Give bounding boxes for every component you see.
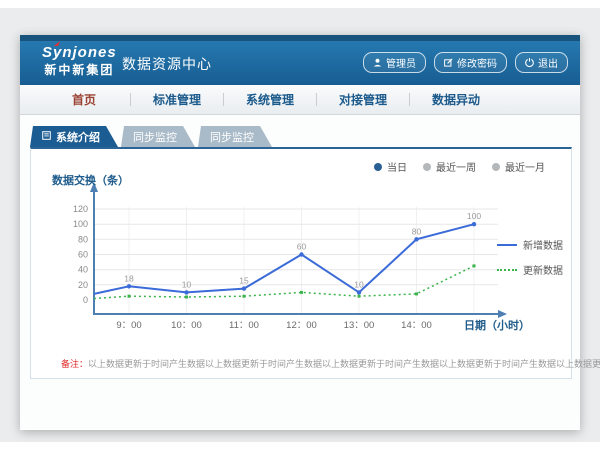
svg-text:100: 100 xyxy=(73,219,88,229)
svg-text:60: 60 xyxy=(297,242,307,252)
user-icon xyxy=(373,58,382,67)
nav-item-home[interactable]: 首页 xyxy=(38,91,130,108)
svg-text:80: 80 xyxy=(412,226,422,236)
svg-text:18: 18 xyxy=(124,273,134,283)
svg-text:10: 10 xyxy=(354,279,364,289)
content-area: 系统介绍 同步监控 同步监控 当日 最近一周 xyxy=(20,115,580,429)
change-password-button[interactable]: 修改密码 xyxy=(434,52,507,73)
svg-text:0: 0 xyxy=(83,295,88,305)
solid-line-icon xyxy=(497,244,517,246)
brand-logo-cn: 新中新集团 xyxy=(42,61,117,78)
tab-bar: 系统介绍 同步监控 同步监控 xyxy=(30,126,572,147)
svg-text:日期（小时）: 日期（小时） xyxy=(464,318,530,332)
tab-sync-monitor-2[interactable]: 同步监控 xyxy=(198,126,272,147)
footnote-prefix: 备注： xyxy=(61,359,88,369)
svg-text:数据交换（条）: 数据交换（条） xyxy=(52,173,129,187)
app-header: Synjones 新中新集团 数据资源中心 管理员 修改密码 xyxy=(20,41,580,85)
svg-text:10：00: 10：00 xyxy=(171,320,202,331)
svg-text:10: 10 xyxy=(182,279,192,289)
radio-dot-icon xyxy=(423,163,431,171)
radio-dot-icon xyxy=(492,163,500,171)
svg-text:20: 20 xyxy=(78,280,88,290)
chart-card: 当日 最近一周 最近一月 0204060801001209：0010：0011：… xyxy=(30,147,572,379)
main-nav: 首页 标准管理 系统管理 对接管理 数据异动 xyxy=(20,85,580,115)
power-icon xyxy=(525,58,534,67)
logout-button[interactable]: 退出 xyxy=(515,52,568,73)
svg-text:40: 40 xyxy=(78,265,88,275)
svg-text:15: 15 xyxy=(239,276,249,286)
brand-logo: Synjones 新中新集团 xyxy=(42,44,117,78)
brand-logo-en: Synjones xyxy=(42,44,117,61)
tab-system-intro[interactable]: 系统介绍 xyxy=(30,126,118,147)
svg-text:9：00: 9：00 xyxy=(116,320,141,331)
tab-sync-monitor-1[interactable]: 同步监控 xyxy=(121,126,195,147)
svg-text:13：00: 13：00 xyxy=(344,320,375,331)
app-window: Synjones 新中新集团 数据资源中心 管理员 修改密码 xyxy=(20,35,580,430)
dotted-line-icon xyxy=(497,269,517,271)
edit-icon xyxy=(444,58,453,67)
svg-text:80: 80 xyxy=(78,234,88,244)
nav-item-data-change[interactable]: 数据异动 xyxy=(410,91,502,108)
svg-text:11：00: 11：00 xyxy=(229,320,259,331)
footnote: 备注：以上数据更新于时间产生数据以上数据更新于时间产生数据以上数据更新于时间产生… xyxy=(61,357,541,370)
legend-item-new-data[interactable]: 新增数据 xyxy=(497,237,563,252)
header-actions: 管理员 修改密码 退出 xyxy=(363,52,568,73)
admin-user-button[interactable]: 管理员 xyxy=(363,52,426,73)
svg-text:100: 100 xyxy=(467,211,481,221)
document-icon xyxy=(42,131,51,143)
nav-item-interface-mgmt[interactable]: 对接管理 xyxy=(317,91,409,108)
chart-legend: 新增数据 更新数据 xyxy=(497,237,563,287)
nav-item-system-mgmt[interactable]: 系统管理 xyxy=(224,91,316,108)
dashboard-panel: 系统介绍 同步监控 同步监控 当日 最近一周 xyxy=(30,126,572,379)
radio-dot-icon xyxy=(374,163,382,171)
svg-text:120: 120 xyxy=(73,204,88,214)
legend-item-update-data[interactable]: 更新数据 xyxy=(497,262,563,277)
page-title: 数据资源中心 xyxy=(122,54,212,74)
footnote-text: 以上数据更新于时间产生数据以上数据更新于时间产生数据以上数据更新于时间产生数据以… xyxy=(88,359,600,369)
svg-text:12：00: 12：00 xyxy=(286,320,317,331)
svg-text:60: 60 xyxy=(78,250,88,260)
nav-item-standard-mgmt[interactable]: 标准管理 xyxy=(131,91,223,108)
svg-text:14：00: 14：00 xyxy=(401,320,432,331)
line-chart: 0 20 40 60 80 100 120 9：00 10：00 11：00 12：00 13：00 1… xyxy=(46,172,546,337)
